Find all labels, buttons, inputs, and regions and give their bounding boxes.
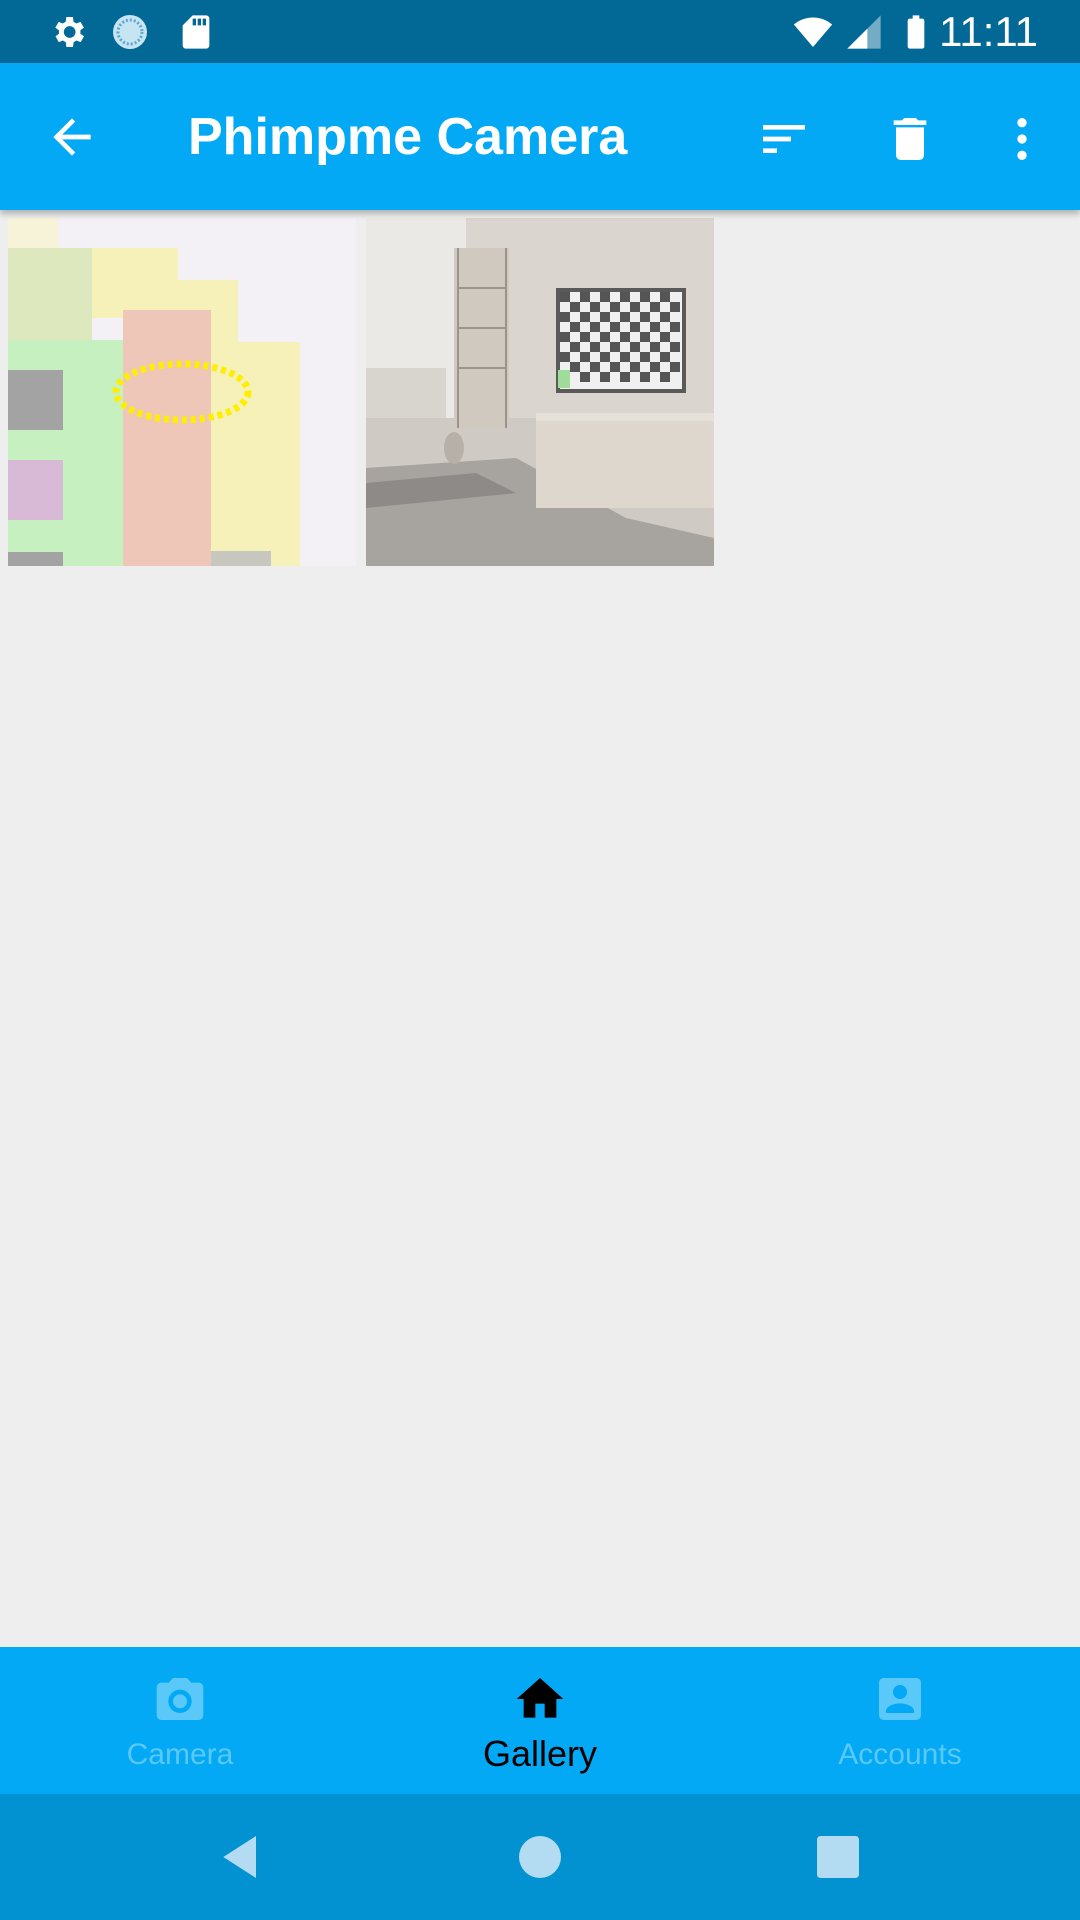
- more-vert-icon: [1017, 118, 1027, 160]
- colorful-blocks-image[interactable]: [8, 218, 356, 566]
- system-navigation-bar: [0, 1794, 1080, 1920]
- nav-label-accounts: Accounts: [838, 1738, 962, 1771]
- status-bar: 11:11: [0, 0, 1080, 63]
- sort-button[interactable]: [748, 103, 820, 175]
- nav-label-camera: Camera: [126, 1738, 234, 1771]
- status-time: 11:11: [939, 8, 1038, 55]
- bottom-navigation: Camera Gallery Accounts: [0, 1647, 1080, 1794]
- sync-icon: [113, 15, 147, 49]
- back-button[interactable]: [24, 99, 120, 175]
- nav-item-accounts[interactable]: Accounts: [720, 1647, 1080, 1794]
- more-options-button[interactable]: [986, 103, 1058, 175]
- camera-icon: [156, 1678, 204, 1720]
- recents-square-icon[interactable]: [810, 1829, 866, 1885]
- app-bar: Phimpme Camera: [0, 63, 1080, 210]
- battery-icon: [907, 15, 925, 49]
- sd-card-icon: [182, 15, 210, 49]
- back-triangle-icon[interactable]: [214, 1829, 270, 1885]
- page-title: Phimpme Camera: [188, 108, 628, 166]
- account-icon: [879, 1678, 921, 1720]
- nav-label-gallery: Gallery: [482, 1733, 598, 1774]
- sort-icon: [763, 125, 805, 153]
- settings-icon: [55, 17, 84, 47]
- gallery-grid: [0, 210, 1080, 1647]
- wifi-icon: [793, 17, 833, 47]
- delete-button[interactable]: [874, 103, 946, 175]
- home-circle-icon[interactable]: [512, 1829, 568, 1885]
- arrow-back-icon: [53, 118, 91, 156]
- nav-item-gallery[interactable]: Gallery: [360, 1647, 720, 1794]
- living-room-image[interactable]: [366, 218, 714, 566]
- delete-icon: [893, 118, 927, 160]
- screen: 11:11 Phimpme Camera Camera Gallery Acco…: [0, 0, 1080, 1920]
- signal-icon: [847, 15, 881, 49]
- nav-item-camera[interactable]: Camera: [0, 1647, 360, 1794]
- home-icon: [516, 1678, 564, 1718]
